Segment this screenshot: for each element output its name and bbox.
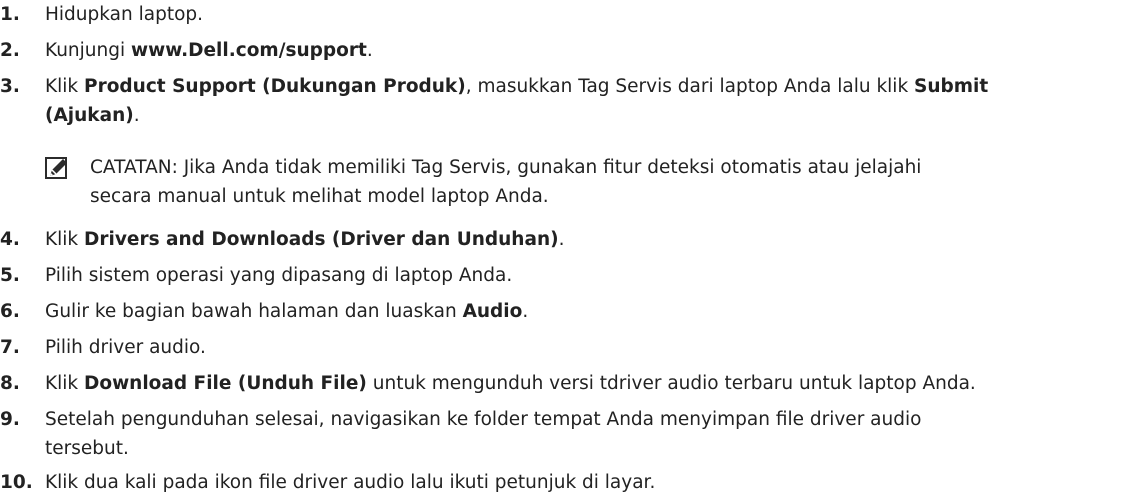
step-text: Klik Download File (Unduh File) untuk me… <box>45 373 976 394</box>
step-number: 3. <box>0 76 20 97</box>
pencil-note-icon <box>45 157 69 181</box>
note-text: CATATAN: Jika Anda tidak memiliki Tag Se… <box>90 157 922 207</box>
step-number: 4. <box>0 229 20 250</box>
step-text: Setelah pengunduhan selesai, navigasikan… <box>45 409 922 459</box>
instruction-document: 1. Hidupkan laptop. 2. Kunjungi www.Dell… <box>0 0 1122 499</box>
step-number: 10. <box>0 472 33 493</box>
step-text: Gulir ke bagian bawah halaman dan luaska… <box>45 301 529 322</box>
step-text: Klik dua kali pada ikon file driver audi… <box>45 472 656 493</box>
step-text: Klik Drivers and Downloads (Driver dan U… <box>45 229 565 250</box>
step-text: Klik Product Support (Dukungan Produk), … <box>45 76 989 126</box>
step-number: 9. <box>0 409 20 430</box>
note-label: CATATAN: <box>90 157 178 178</box>
step-number: 2. <box>0 40 20 61</box>
step-text: Pilih driver audio. <box>45 337 206 358</box>
step-number: 8. <box>0 373 20 394</box>
step-text: Kunjungi www.Dell.com/support. <box>45 40 373 61</box>
step-number: 5. <box>0 265 20 286</box>
note-callout: CATATAN: Jika Anda tidak memiliki Tag Se… <box>45 153 1115 217</box>
step-text: Pilih sistem operasi yang dipasang di la… <box>45 265 513 286</box>
step-number: 1. <box>0 4 20 25</box>
step-number: 6. <box>0 301 20 322</box>
support-link: www.Dell.com/support <box>131 40 367 61</box>
step-text: Hidupkan laptop. <box>45 4 204 25</box>
step-number: 7. <box>0 337 20 358</box>
